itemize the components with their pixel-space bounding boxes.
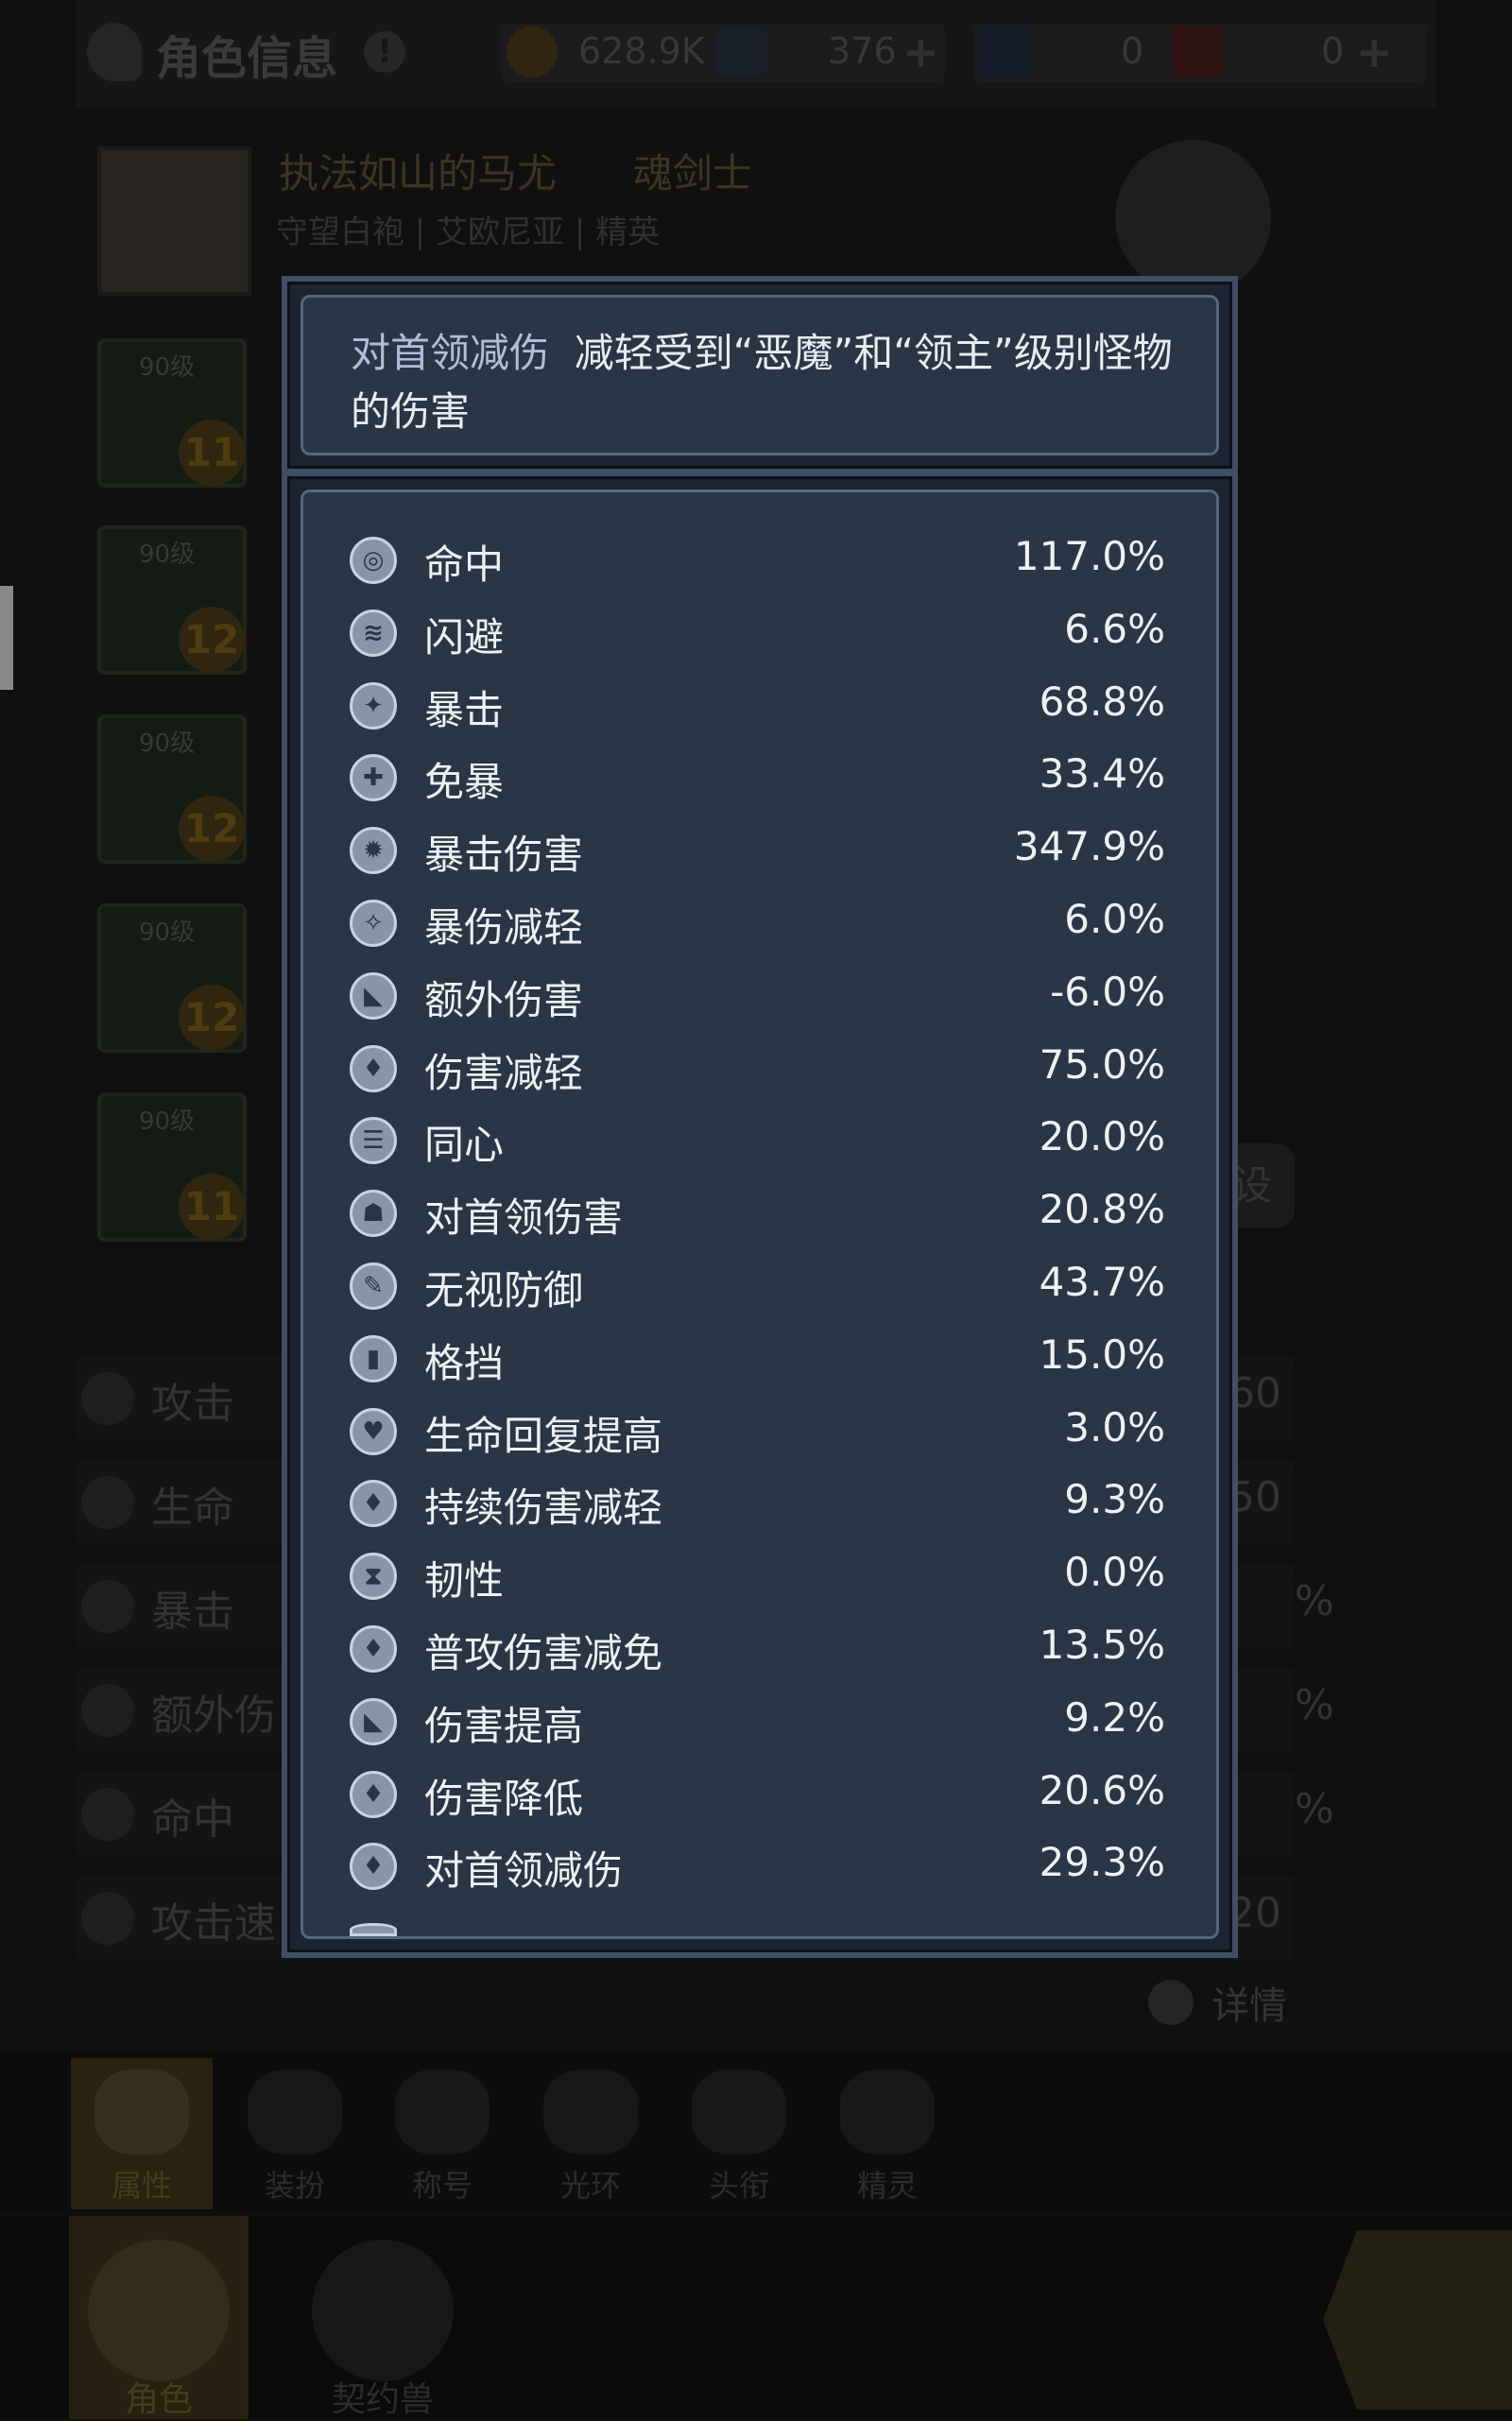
- tooltip-text: 对首领减伤 减轻受到“恶魔”和“领主”级别怪物的伤害: [351, 324, 1201, 441]
- attribute-row: ≋ 闪避 6.6%: [303, 600, 1216, 672]
- attribute-row: ♦ 持续伤害减轻 9.3%: [303, 1470, 1216, 1542]
- attribute-row: ♦ 伤害减轻 75.0%: [303, 1036, 1216, 1107]
- attribute-value: 0.0%: [1064, 1549, 1165, 1596]
- attribute-value: 75.0%: [1039, 1040, 1165, 1088]
- attribute-row: ▮ 格挡 15.0%: [303, 1326, 1216, 1398]
- attribute-value: 33.4%: [1039, 750, 1165, 798]
- attribute-value: 9.2%: [1064, 1693, 1165, 1741]
- attribute-row: ☰ 同心 20.0%: [303, 1107, 1216, 1179]
- attribute-label: 伤害提高: [424, 1702, 584, 1749]
- dot-reduce-icon: ♦: [350, 1480, 397, 1528]
- damage-up-icon: ◣: [350, 1697, 397, 1745]
- attribute-label: 命中: [424, 541, 505, 588]
- attribute-label: 普攻伤害减免: [424, 1630, 663, 1676]
- boss-damage-icon: ☗: [350, 1190, 397, 1238]
- dodge-icon: ≋: [350, 609, 397, 657]
- damage-down-icon: ♦: [350, 1770, 397, 1818]
- attribute-value: 15.0%: [1039, 1331, 1165, 1378]
- attribute-row: ♥ 生命回复提高 3.0%: [303, 1399, 1216, 1470]
- crit-damage-icon: ✹: [350, 827, 397, 875]
- attribute-value: 68.8%: [1039, 678, 1165, 725]
- attribute-label: 暴击: [424, 686, 505, 733]
- attribute-value: 20.8%: [1039, 1186, 1165, 1233]
- attribute-label: 持续伤害减轻: [424, 1485, 663, 1532]
- attribute-label: 生命回复提高: [424, 1412, 663, 1459]
- attribute-value: 117.0%: [1013, 533, 1165, 579]
- attribute-row: ◣ 伤害提高 9.2%: [303, 1689, 1216, 1760]
- attribute-icon: [350, 1923, 397, 1936]
- attribute-value: 9.3%: [1064, 1476, 1165, 1523]
- attribute-label: 韧性: [424, 1557, 505, 1605]
- attribute-label: 伤害减轻: [424, 1049, 584, 1096]
- attribute-row: ♦ 普攻伤害减免 13.5%: [303, 1616, 1216, 1688]
- attribute-label: 暴击伤害: [424, 832, 584, 879]
- attribute-row: ◎ 命中 117.0%: [303, 527, 1216, 599]
- attribute-value: 43.7%: [1039, 1259, 1165, 1305]
- attribute-row: ☗ 对首领伤害 20.8%: [303, 1180, 1216, 1252]
- attribute-list[interactable]: ◎ 命中 117.0% ≋ 闪避 6.6% ✦ 暴击 68.8% ✚ 免暴 33.4% ✹ 暴击伤害 347…: [301, 489, 1219, 1939]
- tooltip-key: 对首领减伤: [351, 330, 550, 376]
- attribute-row: ◣ 额外伤害 -6.0%: [303, 963, 1216, 1035]
- damage-reduce-icon: ♦: [350, 1044, 397, 1092]
- crit-icon: ✦: [350, 681, 397, 730]
- attribute-label: 对首领伤害: [424, 1194, 624, 1242]
- block-icon: ▮: [350, 1334, 397, 1382]
- toughness-icon: ⧗: [350, 1553, 397, 1601]
- attribute-panel[interactable]: ◎ 命中 117.0% ≋ 闪避 6.6% ✦ 暴击 68.8% ✚ 免暴 33.4% ✹ 暴击伤害 347…: [282, 471, 1238, 1958]
- attribute-label: 对首领减伤: [424, 1847, 624, 1895]
- attribute-value: 20.6%: [1039, 1766, 1165, 1813]
- tooltip-box: 对首领减伤 减轻受到“恶魔”和“领主”级别怪物的伤害: [282, 276, 1238, 474]
- attribute-row: ♦ 伤害降低 20.6%: [303, 1761, 1216, 1833]
- attribute-value: 6.6%: [1064, 605, 1165, 652]
- attribute-label: 无视防御: [424, 1267, 584, 1314]
- regen-icon: ♥: [350, 1407, 397, 1455]
- attribute-value: 13.5%: [1039, 1622, 1165, 1668]
- attribute-label: 额外伤害: [424, 976, 584, 1023]
- attribute-row: ♦ 对首领减伤 29.3%: [303, 1833, 1216, 1905]
- attribute-row: ✚ 免暴 33.4%: [303, 745, 1216, 816]
- extra-damage-icon: ◣: [350, 971, 397, 1020]
- attribute-label: 同心: [424, 1122, 505, 1169]
- tooltip-inner: 对首领减伤 减轻受到“恶魔”和“领主”级别怪物的伤害: [301, 295, 1219, 455]
- attribute-value: 3.0%: [1064, 1403, 1165, 1451]
- attribute-value: 20.0%: [1039, 1113, 1165, 1160]
- attribute-label: 伤害降低: [424, 1775, 584, 1822]
- unity-icon: ☰: [350, 1117, 397, 1165]
- attribute-label: 暴伤减轻: [424, 904, 584, 951]
- crit-resist-icon: ✚: [350, 754, 397, 802]
- attribute-row: ✎ 无视防御 43.7%: [303, 1253, 1216, 1325]
- attribute-value: 347.9%: [1013, 823, 1165, 870]
- crit-damage-reduce-icon: ✧: [350, 900, 397, 947]
- attribute-value: 6.0%: [1064, 896, 1165, 942]
- boss-damage-reduce-icon: ♦: [350, 1843, 397, 1891]
- ignore-defense-icon: ✎: [350, 1262, 397, 1310]
- attribute-row: ⧗ 韧性 0.0%: [303, 1543, 1216, 1615]
- attribute-label: 免暴: [424, 759, 505, 806]
- target-icon: ◎: [350, 537, 397, 584]
- attribute-value: 29.3%: [1039, 1839, 1165, 1886]
- attribute-row: ✦ 暴击 68.8%: [303, 673, 1216, 745]
- normal-attack-reduce-icon: ♦: [350, 1625, 397, 1673]
- attribute-row: ✧ 暴伤减轻 6.0%: [303, 890, 1216, 962]
- attribute-row-partial: [303, 1906, 1216, 1936]
- attribute-value: -6.0%: [1050, 968, 1165, 1015]
- attribute-row: ✹ 暴击伤害 347.9%: [303, 817, 1216, 889]
- attribute-label: 闪避: [424, 613, 505, 661]
- attribute-label: 格挡: [424, 1339, 505, 1386]
